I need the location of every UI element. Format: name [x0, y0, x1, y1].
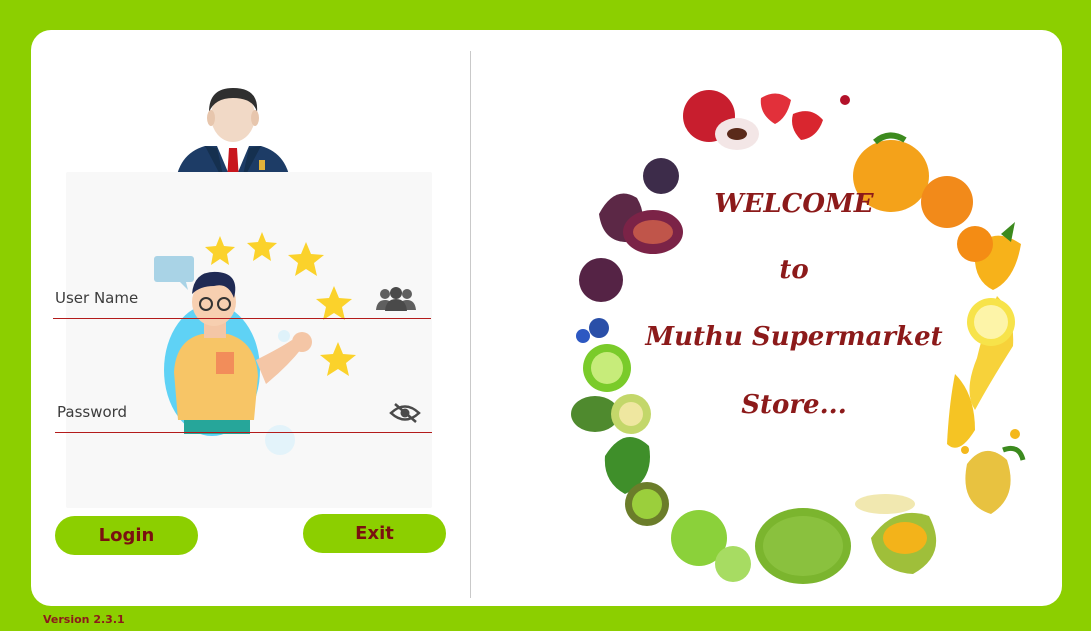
password-label: Password	[57, 403, 128, 421]
login-window: User Name Password Login Exit WELCOME to…	[31, 30, 1062, 606]
welcome-store: Store...	[741, 390, 847, 420]
login-form-panel: User Name Password	[53, 172, 432, 508]
username-input[interactable]	[53, 318, 431, 319]
password-input[interactable]	[55, 432, 432, 433]
welcome-title: WELCOME	[714, 189, 874, 219]
exit-button[interactable]: Exit	[303, 514, 446, 553]
welcome-to: to	[779, 255, 809, 285]
rating-illustration	[154, 232, 356, 455]
welcome-store-name: Muthu Supermarket	[645, 322, 943, 352]
panel-divider	[470, 51, 471, 598]
users-group-icon	[376, 287, 416, 311]
username-label: User Name	[55, 289, 139, 307]
version-label: Version 2.3.1	[43, 613, 125, 626]
login-button[interactable]: Login	[55, 516, 198, 555]
eye-slash-icon[interactable]	[389, 402, 421, 424]
